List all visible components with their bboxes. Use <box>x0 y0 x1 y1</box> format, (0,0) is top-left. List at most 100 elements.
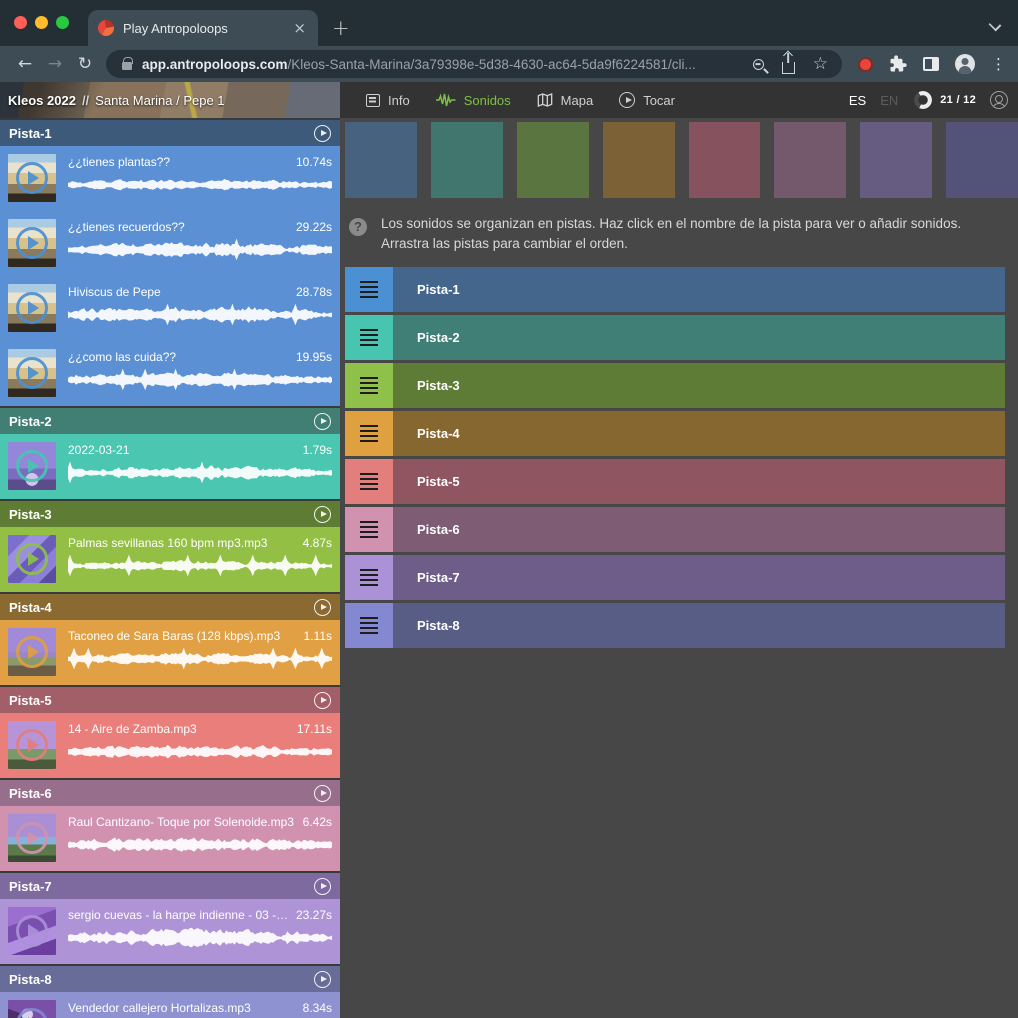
tab-mapa[interactable]: Mapa <box>537 93 594 108</box>
side-panel-icon[interactable] <box>923 57 939 71</box>
drag-handle-icon[interactable] <box>345 603 393 648</box>
audio-clip[interactable]: 14 - Aire de Zamba.mp317.11s <box>0 713 340 778</box>
track-header[interactable]: Pista-6 <box>0 780 340 806</box>
track-row-bar[interactable]: Pista-7 <box>393 555 1005 600</box>
url-text[interactable]: app.antropoloops.com/Kleos-Santa-Marina/… <box>142 57 735 72</box>
drag-handle-icon[interactable] <box>345 267 393 312</box>
bookmark-star-icon[interactable]: ☆ <box>813 56 828 73</box>
profile-avatar[interactable] <box>955 54 975 74</box>
clip-play-overlay-icon[interactable] <box>16 636 48 668</box>
minimize-window-button[interactable] <box>35 16 48 29</box>
clip-play-overlay-icon[interactable] <box>16 915 48 947</box>
clip-play-overlay-icon[interactable] <box>16 292 48 324</box>
record-extension-icon[interactable] <box>858 57 873 72</box>
track-play-button[interactable] <box>314 878 331 895</box>
clip-body: 2022-03-211.79s <box>68 442 332 491</box>
tab-tocar[interactable]: Tocar <box>619 92 675 108</box>
track-row[interactable]: Pista-8 <box>345 603 1005 648</box>
clip-play-overlay-icon[interactable] <box>16 729 48 761</box>
track-row[interactable]: Pista-1 <box>345 267 1005 312</box>
audio-clip[interactable]: Hiviscus de Pepe28.78s <box>0 276 340 341</box>
clip-play-overlay-icon[interactable] <box>16 357 48 389</box>
track-header[interactable]: Pista-7 <box>0 873 340 899</box>
clip-waveform <box>68 238 332 262</box>
audio-clip[interactable]: ¿¿tienes plantas??10.74s <box>0 146 340 211</box>
tab-info[interactable]: Info <box>366 93 410 108</box>
audio-clip[interactable]: Taconeo de Sara Baras (128 kbps).mp31.11… <box>0 620 340 685</box>
share-icon[interactable] <box>782 62 795 74</box>
clip-play-overlay-icon[interactable] <box>16 543 48 575</box>
track-play-button[interactable] <box>314 785 331 802</box>
track-play-button[interactable] <box>314 125 331 142</box>
lang-en-button[interactable]: EN <box>880 93 898 108</box>
audio-clip[interactable]: sergio cuevas - la harpe indienne - 03 -… <box>0 899 340 964</box>
track-play-button[interactable] <box>314 506 331 523</box>
back-button[interactable]: ← <box>10 54 40 74</box>
track-row-bar[interactable]: Pista-2 <box>393 315 1005 360</box>
track-header[interactable]: Pista-8 <box>0 966 340 992</box>
track-row[interactable]: Pista-2 <box>345 315 1005 360</box>
close-window-button[interactable] <box>14 16 27 29</box>
browser-menu-icon[interactable]: ⋮ <box>991 55 1006 73</box>
account-icon[interactable] <box>990 91 1008 109</box>
forward-button[interactable]: → <box>40 54 70 74</box>
track-row[interactable]: Pista-6 <box>345 507 1005 552</box>
track-row[interactable]: Pista-7 <box>345 555 1005 600</box>
audio-clip[interactable]: Raul Cantizano- Toque por Solenoide.mp36… <box>0 806 340 871</box>
track-row-bar[interactable]: Pista-5 <box>393 459 1005 504</box>
track-header[interactable]: Pista-1 <box>0 120 340 146</box>
track-header[interactable]: Pista-2 <box>0 408 340 434</box>
address-bar[interactable]: app.antropoloops.com/Kleos-Santa-Marina/… <box>106 50 842 78</box>
clip-body: Taconeo de Sara Baras (128 kbps).mp31.11… <box>68 628 332 677</box>
track-row[interactable]: Pista-3 <box>345 363 1005 408</box>
track-row-label: Pista-1 <box>417 282 460 297</box>
track-row-bar[interactable]: Pista-3 <box>393 363 1005 408</box>
drag-handle-icon[interactable] <box>345 555 393 600</box>
track-row-bar[interactable]: Pista-8 <box>393 603 1005 648</box>
clip-play-overlay-icon[interactable] <box>16 450 48 482</box>
clip-play-overlay-icon[interactable] <box>16 1008 48 1018</box>
help-question-icon[interactable]: ? <box>349 218 367 236</box>
chevron-down-icon[interactable] <box>990 18 1000 28</box>
track-header[interactable]: Pista-3 <box>0 501 340 527</box>
audio-clip[interactable]: Palmas sevillanas 160 bpm mp3.mp34.87s <box>0 527 340 592</box>
track-name: Pista-2 <box>9 414 52 429</box>
track-row[interactable]: Pista-4 <box>345 411 1005 456</box>
track-row-bar[interactable]: Pista-1 <box>393 267 1005 312</box>
window-controls[interactable] <box>14 16 69 29</box>
clip-play-overlay-icon[interactable] <box>16 162 48 194</box>
lang-es-button[interactable]: ES <box>849 93 866 108</box>
track-row-bar[interactable]: Pista-6 <box>393 507 1005 552</box>
track-play-button[interactable] <box>314 599 331 616</box>
track-header[interactable]: Pista-5 <box>0 687 340 713</box>
audio-clip[interactable]: 2022-03-211.79s <box>0 434 340 499</box>
clip-play-overlay-icon[interactable] <box>16 822 48 854</box>
drag-handle-icon[interactable] <box>345 411 393 456</box>
track-row-bar[interactable]: Pista-4 <box>393 411 1005 456</box>
clip-play-overlay-icon[interactable] <box>16 227 48 259</box>
drag-handle-icon[interactable] <box>345 315 393 360</box>
track-play-button[interactable] <box>314 692 331 709</box>
track-row[interactable]: Pista-5 <box>345 459 1005 504</box>
drag-handle-icon[interactable] <box>345 507 393 552</box>
drag-handle-icon[interactable] <box>345 363 393 408</box>
track-header[interactable]: Pista-4 <box>0 594 340 620</box>
project-title[interactable]: Kleos 2022 <box>8 93 76 108</box>
app-header: Kleos 2022//Santa Marina / Pepe 1 Info S… <box>0 82 1018 118</box>
breadcrumb[interactable]: Kleos 2022//Santa Marina / Pepe 1 <box>0 82 340 118</box>
audio-clip[interactable]: Vendedor callejero Hortalizas.mp38.34s <box>0 992 340 1018</box>
reload-button[interactable]: ↻ <box>70 54 100 74</box>
extensions-puzzle-icon[interactable] <box>889 55 907 73</box>
lock-icon[interactable] <box>122 62 132 70</box>
audio-clip[interactable]: ¿¿tienes recuerdos??29.22s <box>0 211 340 276</box>
track-play-button[interactable] <box>314 413 331 430</box>
close-tab-icon[interactable]: × <box>291 19 308 37</box>
tab-sonidos[interactable]: Sonidos <box>436 93 511 108</box>
track-play-button[interactable] <box>314 971 331 988</box>
drag-handle-icon[interactable] <box>345 459 393 504</box>
audio-clip[interactable]: ¿¿como las cuida??19.95s <box>0 341 340 406</box>
browser-tab[interactable]: Play Antropoloops × <box>88 10 318 46</box>
new-tab-button[interactable]: + <box>332 16 350 40</box>
zoom-level-icon[interactable] <box>753 59 764 70</box>
zoom-window-button[interactable] <box>56 16 69 29</box>
